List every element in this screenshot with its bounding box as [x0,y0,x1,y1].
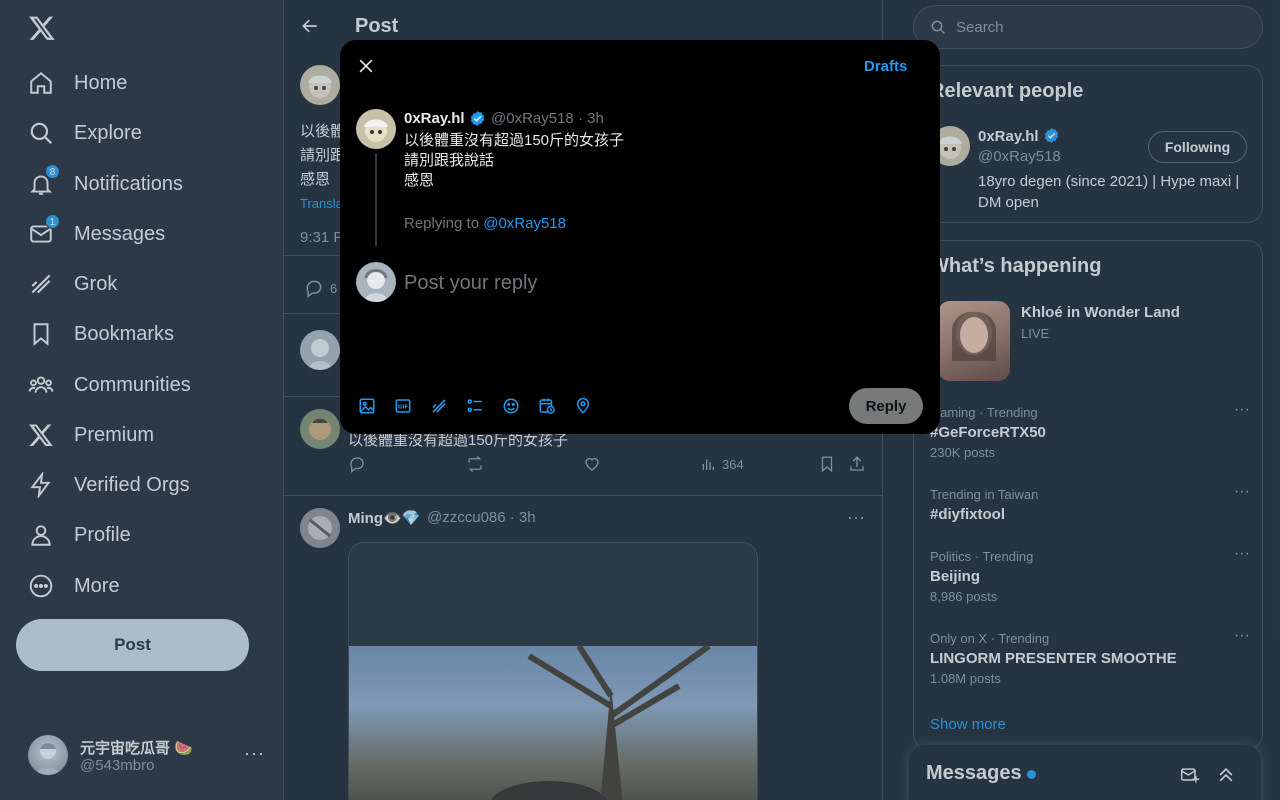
reply-input[interactable] [404,268,904,298]
close-icon[interactable] [356,56,376,76]
image-icon[interactable] [358,396,394,416]
original-tweet-text: 以後體重沒有超過150斤的女孩子 請別跟我說話 感恩 [404,132,625,189]
replying-to-prefix: Replying to [404,215,484,232]
verified-badge-icon [470,111,484,126]
gif-icon[interactable]: GIF [394,396,430,416]
poll-icon[interactable] [466,396,502,416]
my-avatar[interactable] [356,262,396,302]
emoji-icon[interactable] [502,396,538,416]
location-icon[interactable] [574,396,610,416]
replying-to: Replying to @0xRay518 [404,215,566,232]
original-author-avatar[interactable] [356,109,396,149]
svg-text:GIF: GIF [398,405,409,411]
original-author-name[interactable]: 0xRay.hl [404,110,486,127]
grok-icon[interactable] [430,396,466,416]
replying-to-handle[interactable]: @0xRay518 [483,215,566,232]
original-author-name-text: 0xRay.hl [404,110,465,127]
schedule-icon[interactable] [538,396,574,416]
reply-dialog: Drafts 0xRay.hl @0xRay518 · 3h 以後體重沒有超過1… [340,40,940,434]
reply-button[interactable]: Reply [849,388,923,424]
thread-line [375,153,377,246]
original-author-meta: @0xRay518 · 3h [491,110,604,127]
drafts-button[interactable]: Drafts [864,58,907,75]
composer-toolbar: GIF [358,396,610,416]
